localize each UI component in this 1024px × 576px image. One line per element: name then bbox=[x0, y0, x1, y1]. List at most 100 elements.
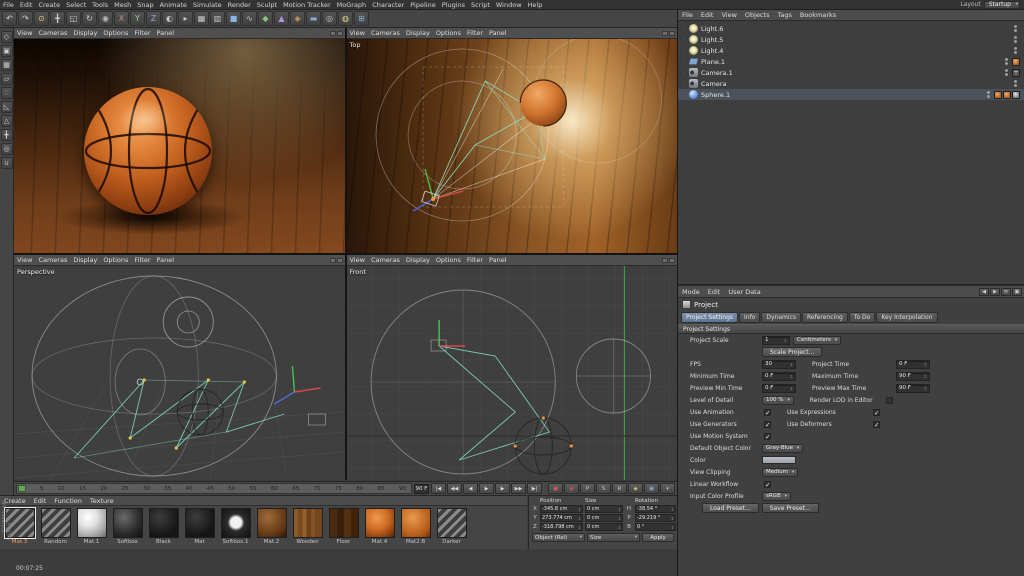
use-animation-checkbox[interactable] bbox=[764, 408, 771, 416]
viewport-menu-options[interactable]: Options bbox=[100, 29, 131, 37]
object-menu-bookmarks[interactable]: Bookmarks bbox=[796, 11, 840, 19]
menu-sculpt[interactable]: Sculpt bbox=[254, 1, 280, 9]
material-menu-function[interactable]: Function bbox=[50, 497, 86, 505]
menu-mograph[interactable]: MoGraph bbox=[334, 1, 370, 9]
record-rotation-button[interactable]: R bbox=[612, 483, 627, 494]
scale-project-button[interactable]: Scale Project... bbox=[762, 347, 823, 357]
menu-snap[interactable]: Snap bbox=[134, 1, 156, 9]
model-mode-button[interactable]: ▣ bbox=[0, 45, 13, 57]
minimum-time-field[interactable]: 0 F bbox=[762, 371, 796, 381]
viewport-menu-display[interactable]: Display bbox=[70, 29, 100, 37]
tab-project-settings[interactable]: Project Settings bbox=[681, 312, 739, 323]
input-color-profile-dropdown[interactable]: sRGB bbox=[762, 491, 791, 501]
attribute-menu-user-data[interactable]: User Data bbox=[724, 288, 764, 296]
object-row-camera-1[interactable]: · Camera.1 bbox=[678, 67, 1024, 78]
z-axis-lock-button[interactable]: Z bbox=[146, 11, 161, 26]
y-axis-lock-button[interactable]: Y bbox=[130, 11, 145, 26]
viewport-options-button[interactable] bbox=[662, 257, 668, 263]
material-item-softbox-1[interactable]: Softbox.1 bbox=[219, 508, 252, 545]
add-camera-button[interactable]: ◎ bbox=[322, 11, 337, 26]
viewport-menu-options[interactable]: Options bbox=[433, 29, 464, 37]
project-scale-unit-dropdown[interactable]: Centimeters bbox=[793, 335, 842, 345]
coordinate-system-button[interactable]: ◐ bbox=[162, 11, 177, 26]
project-time-field[interactable]: 0 F bbox=[896, 359, 930, 369]
workplane-mode-button[interactable]: ▱ bbox=[0, 73, 13, 85]
preview-min-field[interactable]: 0 F bbox=[762, 383, 796, 393]
coordinate-mode-dropdown[interactable]: Object (Rel) bbox=[532, 533, 585, 542]
position-x-field[interactable]: -345.8 cm bbox=[540, 505, 583, 513]
goto-start-button[interactable]: |◀ bbox=[431, 483, 446, 494]
add-modeling-button[interactable]: ▲ bbox=[274, 11, 289, 26]
maximum-time-field[interactable]: 90 F bbox=[896, 371, 930, 381]
editor-visibility-toggle[interactable] bbox=[987, 91, 990, 94]
menu-window[interactable]: Window bbox=[493, 1, 525, 9]
layout-dropdown[interactable]: Startup bbox=[983, 0, 1020, 9]
perspective-wire-view[interactable]: Perspective bbox=[14, 266, 345, 480]
viewport-options-button[interactable] bbox=[329, 30, 336, 36]
snapping-button[interactable]: ∪ bbox=[0, 157, 13, 169]
record-scale-button[interactable]: S bbox=[596, 483, 611, 494]
object-row-light-5[interactable]: · Light.5 bbox=[678, 34, 1024, 45]
viewport-front[interactable]: View Cameras Display Options Filter Panel Fro… bbox=[346, 255, 677, 480]
menu-tools[interactable]: Tools bbox=[89, 1, 111, 9]
material-item-floor[interactable]: Floor bbox=[327, 508, 360, 545]
add-spline-button[interactable]: ∿ bbox=[242, 11, 257, 26]
redo-button[interactable]: ↷ bbox=[18, 11, 33, 26]
view-clipping-dropdown[interactable]: Medium bbox=[762, 467, 799, 477]
viewport-top[interactable]: View Cameras Display Options Filter Panel Top bbox=[346, 28, 677, 253]
timeline-ruler[interactable]: 051015202530354045505560657075808590 bbox=[16, 483, 412, 494]
material-item-black[interactable]: Black bbox=[147, 508, 180, 545]
viewport-menu-filter[interactable]: Filter bbox=[464, 256, 486, 264]
material-item-random[interactable]: Random bbox=[39, 508, 72, 545]
texture-tag-icon[interactable] bbox=[1003, 90, 1011, 99]
config-icon[interactable]: ≡ bbox=[1001, 288, 1011, 296]
preview-max-field[interactable]: 90 F bbox=[896, 383, 930, 393]
material-item-mat[interactable]: Mat bbox=[183, 508, 216, 545]
render-lod-checkbox[interactable] bbox=[885, 396, 893, 404]
edges-mode-button[interactable]: ◺ bbox=[0, 101, 13, 113]
next-frame-button[interactable]: ▶ bbox=[495, 483, 510, 494]
enable-axis-button[interactable]: ╋ bbox=[0, 129, 13, 141]
default-object-color-dropdown[interactable]: Gray-Blue bbox=[762, 443, 804, 453]
viewport-options-button[interactable] bbox=[662, 30, 668, 36]
editor-visibility-toggle[interactable] bbox=[1014, 47, 1017, 50]
menu-motion-tracker[interactable]: Motion Tracker bbox=[280, 1, 334, 9]
object-menu-file[interactable]: File bbox=[678, 11, 697, 19]
autokey-button[interactable]: ◉ bbox=[564, 483, 579, 494]
attribute-menu-edit[interactable]: Edit bbox=[704, 288, 725, 296]
texture-tag-icon[interactable] bbox=[1012, 57, 1020, 66]
scale-tool-button[interactable]: ◱ bbox=[66, 11, 81, 26]
object-row-light-4[interactable]: · Light.4 bbox=[678, 45, 1024, 56]
material-item-wooden[interactable]: Wooden bbox=[291, 508, 324, 545]
object-menu-objects[interactable]: Objects bbox=[741, 11, 774, 19]
object-row-plane-1[interactable]: · Plane.1 bbox=[678, 56, 1024, 67]
render-visibility-toggle[interactable] bbox=[1014, 40, 1017, 43]
object-menu-view[interactable]: View bbox=[717, 11, 740, 19]
tab-referencing[interactable]: Referencing bbox=[802, 312, 848, 323]
maximize-viewport-button[interactable] bbox=[669, 257, 675, 263]
menu-animate[interactable]: Animate bbox=[157, 1, 190, 9]
viewport-menu-panel[interactable]: Panel bbox=[486, 29, 510, 37]
prev-frame-button[interactable]: ◀ bbox=[463, 483, 478, 494]
render-visibility-toggle[interactable] bbox=[987, 95, 990, 98]
menu-script[interactable]: Script bbox=[468, 1, 493, 9]
object-row-sphere-1[interactable]: · Sphere.1 bbox=[678, 89, 1024, 100]
history-forward-icon[interactable]: ▶ bbox=[990, 288, 1000, 296]
menu-simulate[interactable]: Simulate bbox=[190, 1, 225, 9]
viewport-menu-filter[interactable]: Filter bbox=[464, 29, 486, 37]
maximize-viewport-button[interactable] bbox=[336, 257, 343, 263]
viewport-menu-view[interactable]: View bbox=[14, 29, 35, 37]
viewport-menu-display[interactable]: Display bbox=[403, 256, 433, 264]
x-axis-lock-button[interactable]: X bbox=[114, 11, 129, 26]
editor-visibility-toggle[interactable] bbox=[1014, 25, 1017, 28]
viewport-menu-cameras[interactable]: Cameras bbox=[35, 29, 70, 37]
editor-visibility-toggle[interactable] bbox=[1014, 80, 1017, 83]
add-deformer-button[interactable]: ◈ bbox=[290, 11, 305, 26]
viewport-perspective-render[interactable]: View Cameras Display Options Filter Panel bbox=[14, 28, 345, 253]
render-to-picture-viewer-button[interactable]: ▦ bbox=[194, 11, 209, 26]
prev-key-button[interactable]: ◀◀ bbox=[447, 483, 462, 494]
play-button[interactable]: ▶ bbox=[479, 483, 494, 494]
render-visibility-toggle[interactable] bbox=[1014, 51, 1017, 54]
current-frame-field[interactable]: 90 F bbox=[414, 483, 429, 494]
maximize-viewport-button[interactable] bbox=[336, 30, 343, 36]
